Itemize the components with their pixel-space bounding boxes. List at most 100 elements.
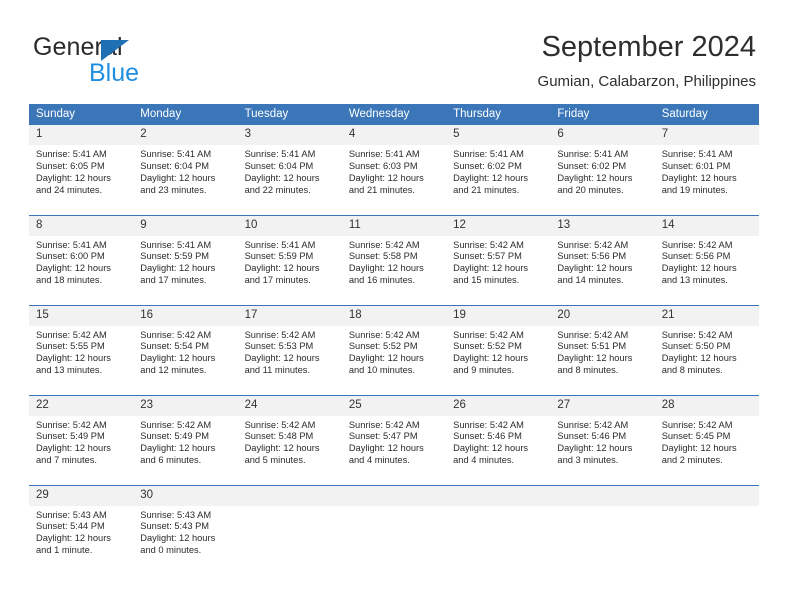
day-info: Sunrise: 5:42 AM Sunset: 5:55 PM Dayligh… [29, 326, 133, 378]
sunset-text: Sunset: 6:01 PM [661, 160, 731, 171]
weekday-header-wednesday: Wednesday [341, 104, 447, 125]
sunset-text: Sunset: 6:03 PM [348, 160, 418, 171]
day-number: 18 [341, 305, 447, 326]
sunset-text: Sunset: 6:02 PM [557, 160, 627, 171]
day-number: 23 [133, 395, 238, 416]
daylight-text: Daylight: 12 hours and 12 minutes. [140, 353, 216, 376]
day-info: Sunrise: 5:41 AM Sunset: 6:00 PM Dayligh… [29, 236, 133, 288]
sunset-text: Sunset: 5:51 PM [557, 341, 627, 352]
sunset-text: Sunset: 5:54 PM [140, 341, 210, 352]
day-cell[interactable]: 7 Sunrise: 5:41 AM Sunset: 6:01 PM Dayli… [654, 125, 759, 215]
day-number: 16 [133, 305, 238, 326]
day-info: Sunrise: 5:42 AM Sunset: 5:54 PM Dayligh… [133, 326, 237, 378]
calendar-page: General Blue September 2024 Gumian, Cala… [0, 0, 792, 612]
day-cell[interactable]: 8 Sunrise: 5:41 AM Sunset: 6:00 PM Dayli… [29, 214, 134, 305]
sunset-text: Sunset: 5:55 PM [36, 341, 105, 352]
day-cell[interactable]: 17 Sunrise: 5:42 AM Sunset: 5:53 PM Dayl… [237, 304, 342, 395]
day-number: 26 [446, 395, 551, 416]
day-info: Sunrise: 5:42 AM Sunset: 5:58 PM Dayligh… [342, 236, 446, 288]
sunrise-text: Sunrise: 5:42 AM [348, 239, 420, 250]
day-cell[interactable]: 20 Sunrise: 5:42 AM Sunset: 5:51 PM Dayl… [550, 304, 655, 395]
day-info: Sunrise: 5:42 AM Sunset: 5:52 PM Dayligh… [342, 326, 446, 378]
day-cell[interactable]: 26 Sunrise: 5:42 AM Sunset: 5:46 PM Dayl… [446, 394, 551, 485]
daylight-text: Daylight: 12 hours and 20 minutes. [557, 172, 633, 195]
daylight-text: Daylight: 12 hours and 18 minutes. [36, 263, 111, 286]
day-info: Sunrise: 5:42 AM Sunset: 5:56 PM Dayligh… [655, 236, 759, 288]
day-number: 28 [654, 395, 759, 416]
day-info: Sunrise: 5:41 AM Sunset: 5:59 PM Dayligh… [133, 236, 237, 288]
day-cell[interactable]: 9 Sunrise: 5:41 AM Sunset: 5:59 PM Dayli… [133, 214, 238, 305]
sunrise-text: Sunrise: 5:42 AM [244, 329, 316, 340]
day-number: 20 [550, 305, 655, 326]
day-info: Sunrise: 5:41 AM Sunset: 6:05 PM Dayligh… [29, 145, 133, 197]
day-number: 24 [237, 395, 342, 416]
day-cell[interactable]: 30 Sunrise: 5:43 AM Sunset: 5:43 PM Dayl… [133, 484, 238, 575]
day-cell[interactable]: 22 Sunrise: 5:42 AM Sunset: 5:49 PM Dayl… [29, 394, 134, 485]
day-cell[interactable]: 2 Sunrise: 5:41 AM Sunset: 6:04 PM Dayli… [133, 125, 238, 215]
daylight-text: Daylight: 12 hours and 17 minutes. [244, 263, 320, 286]
day-info: Sunrise: 5:41 AM Sunset: 6:03 PM Dayligh… [342, 145, 446, 197]
day-cell[interactable]: 27 Sunrise: 5:42 AM Sunset: 5:46 PM Dayl… [550, 394, 655, 485]
sunset-text: Sunset: 6:04 PM [244, 160, 314, 171]
day-cell[interactable]: 4 Sunrise: 5:41 AM Sunset: 6:03 PM Dayli… [341, 125, 447, 215]
day-cell[interactable]: 29 Sunrise: 5:43 AM Sunset: 5:44 PM Dayl… [29, 484, 134, 575]
sunrise-text: Sunrise: 5:41 AM [661, 149, 733, 159]
week-row: 15 Sunrise: 5:42 AM Sunset: 5:55 PM Dayl… [29, 304, 759, 395]
day-cell[interactable]: 12 Sunrise: 5:42 AM Sunset: 5:57 PM Dayl… [446, 214, 551, 305]
day-number: 22 [29, 395, 134, 416]
day-cell-empty [550, 484, 655, 575]
day-number [446, 485, 551, 506]
day-cell[interactable]: 25 Sunrise: 5:42 AM Sunset: 5:47 PM Dayl… [341, 394, 447, 485]
page-subtitle: Gumian, Calabarzon, Philippines [537, 73, 756, 90]
day-cell[interactable]: 19 Sunrise: 5:42 AM Sunset: 5:52 PM Dayl… [446, 304, 551, 395]
daylight-text: Daylight: 12 hours and 0 minutes. [140, 533, 216, 556]
calendar-table: Sunday Monday Tuesday Wednesday Thursday… [29, 104, 759, 575]
sunrise-text: Sunrise: 5:42 AM [453, 419, 524, 430]
weekday-header-tuesday: Tuesday [237, 104, 342, 125]
day-cell[interactable]: 28 Sunrise: 5:42 AM Sunset: 5:45 PM Dayl… [654, 394, 759, 485]
day-cell[interactable]: 10 Sunrise: 5:41 AM Sunset: 5:59 PM Dayl… [237, 214, 342, 305]
sunset-text: Sunset: 5:58 PM [348, 251, 418, 262]
daylight-text: Daylight: 12 hours and 8 minutes. [661, 353, 737, 376]
day-number: 2 [133, 125, 238, 145]
daylight-text: Daylight: 12 hours and 10 minutes. [348, 353, 424, 376]
day-number: 3 [237, 125, 342, 145]
day-cell[interactable]: 14 Sunrise: 5:42 AM Sunset: 5:56 PM Dayl… [654, 214, 759, 305]
sunrise-text: Sunrise: 5:42 AM [244, 419, 316, 430]
day-number: 30 [133, 485, 238, 506]
sunset-text: Sunset: 6:04 PM [140, 160, 210, 171]
day-number [550, 485, 655, 506]
day-cell[interactable]: 3 Sunrise: 5:41 AM Sunset: 6:04 PM Dayli… [237, 125, 342, 215]
day-info: Sunrise: 5:41 AM Sunset: 6:04 PM Dayligh… [133, 145, 237, 197]
day-cell[interactable]: 6 Sunrise: 5:41 AM Sunset: 6:02 PM Dayli… [550, 125, 655, 215]
day-number: 4 [341, 125, 447, 145]
daylight-text: Daylight: 12 hours and 22 minutes. [244, 172, 320, 195]
day-number: 27 [550, 395, 655, 416]
day-info: Sunrise: 5:43 AM Sunset: 5:43 PM Dayligh… [133, 506, 237, 558]
calendar-header-row: Sunday Monday Tuesday Wednesday Thursday… [29, 104, 759, 125]
day-number: 8 [29, 215, 134, 236]
day-cell[interactable]: 16 Sunrise: 5:42 AM Sunset: 5:54 PM Dayl… [133, 304, 238, 395]
day-cell[interactable]: 15 Sunrise: 5:42 AM Sunset: 5:55 PM Dayl… [29, 304, 134, 395]
daylight-text: Daylight: 12 hours and 4 minutes. [348, 443, 424, 466]
sunset-text: Sunset: 5:56 PM [557, 251, 627, 262]
sunrise-text: Sunrise: 5:41 AM [36, 149, 107, 159]
day-cell[interactable]: 13 Sunrise: 5:42 AM Sunset: 5:56 PM Dayl… [550, 214, 655, 305]
day-number [654, 485, 759, 506]
day-info: Sunrise: 5:42 AM Sunset: 5:47 PM Dayligh… [342, 416, 446, 468]
day-number: 15 [29, 305, 134, 326]
day-info: Sunrise: 5:42 AM Sunset: 5:52 PM Dayligh… [446, 326, 550, 378]
day-cell[interactable]: 23 Sunrise: 5:42 AM Sunset: 5:49 PM Dayl… [133, 394, 238, 485]
day-info: Sunrise: 5:43 AM Sunset: 5:44 PM Dayligh… [29, 506, 133, 558]
day-number: 1 [29, 125, 134, 145]
day-cell[interactable]: 1 Sunrise: 5:41 AM Sunset: 6:05 PM Dayli… [29, 125, 134, 215]
calendar-body: 1 Sunrise: 5:41 AM Sunset: 6:05 PM Dayli… [29, 125, 759, 575]
day-cell[interactable]: 18 Sunrise: 5:42 AM Sunset: 5:52 PM Dayl… [341, 304, 447, 395]
day-cell[interactable]: 24 Sunrise: 5:42 AM Sunset: 5:48 PM Dayl… [237, 394, 342, 485]
day-cell[interactable]: 21 Sunrise: 5:42 AM Sunset: 5:50 PM Dayl… [654, 304, 759, 395]
sunset-text: Sunset: 5:56 PM [661, 251, 731, 262]
page-header: General Blue September 2024 Gumian, Cala… [0, 0, 792, 100]
day-cell[interactable]: 11 Sunrise: 5:42 AM Sunset: 5:58 PM Dayl… [341, 214, 447, 305]
day-cell[interactable]: 5 Sunrise: 5:41 AM Sunset: 6:02 PM Dayli… [446, 125, 551, 215]
daylight-text: Daylight: 12 hours and 7 minutes. [36, 443, 111, 466]
